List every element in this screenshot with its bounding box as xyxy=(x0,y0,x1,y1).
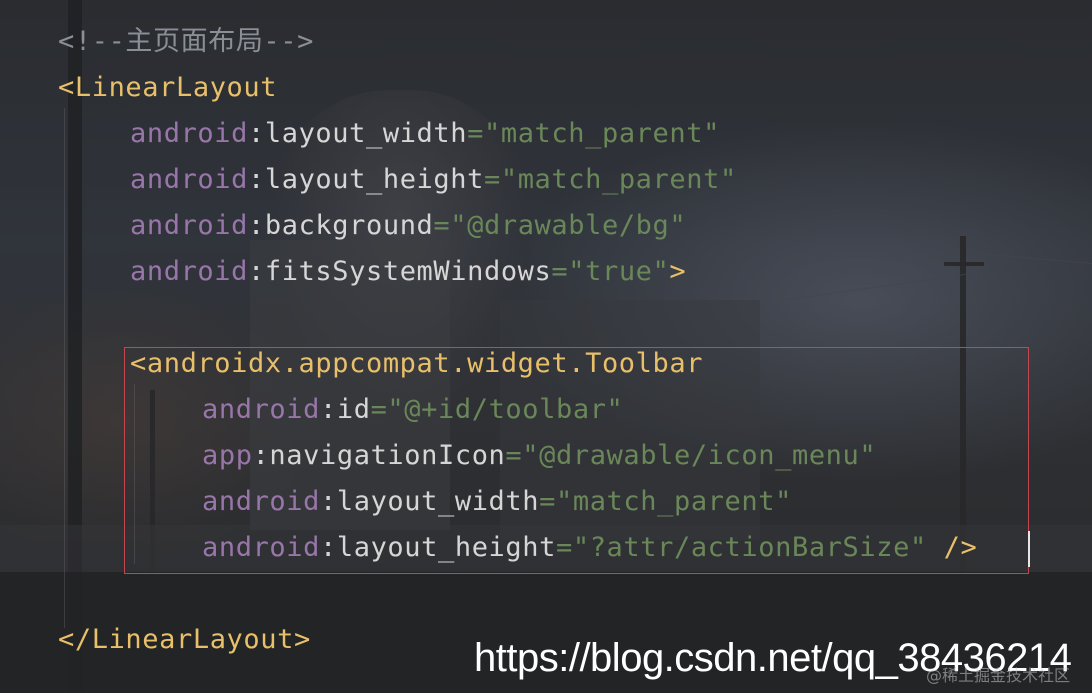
code-token-ns: android xyxy=(202,394,320,425)
code-token-attr: :layout_height xyxy=(320,532,556,563)
code-token-attr: :fitsSystemWindows xyxy=(248,256,552,287)
code-token-val: ="@drawable/bg" xyxy=(433,210,687,241)
code-token-attr: :background xyxy=(248,210,434,241)
code-line[interactable]: <androidx.appcompat.widget.Toolbar xyxy=(130,344,703,384)
code-token-attr: :layout_height xyxy=(248,164,484,195)
code-token-val: ="?attr/actionBarSize" xyxy=(555,532,927,563)
code-line[interactable]: android:fitsSystemWindows="true"> xyxy=(130,252,686,292)
code-token-attr: :navigationIcon xyxy=(252,440,506,471)
code-token-ns: android xyxy=(130,164,248,195)
code-token-ns: android xyxy=(130,118,248,149)
code-token-val: ="match_parent" xyxy=(483,164,737,195)
code-line[interactable]: android:layout_height="match_parent" xyxy=(130,160,737,200)
code-token-val: ="match_parent" xyxy=(539,486,792,517)
code-token-ns: android xyxy=(130,210,248,241)
code-line[interactable]: android:layout_height="?attr/actionBarSi… xyxy=(202,528,977,568)
code-token-tag: > xyxy=(669,256,687,287)
code-line[interactable]: <!--主页面布局--> xyxy=(58,22,314,62)
code-token-attr: :layout_width xyxy=(320,486,540,517)
code-token-val: ="match_parent" xyxy=(467,118,720,149)
code-token-tag: <androidx.appcompat.widget.Toolbar xyxy=(130,348,704,379)
code-token-ns: android xyxy=(202,486,320,517)
text-cursor xyxy=(1028,531,1030,567)
code-editor[interactable]: <!--主页面布局--> <LinearLayout android:layout_… xyxy=(0,0,1092,693)
code-token-tag: <LinearLayout xyxy=(58,72,278,103)
code-token-ns: android xyxy=(130,256,248,287)
code-line[interactable]: android:layout_width="match_parent" xyxy=(202,482,792,522)
code-token-val: ="@drawable/icon_menu" xyxy=(505,440,877,471)
code-token-ns: android xyxy=(202,532,320,563)
code-token-attr: :id xyxy=(320,394,371,425)
code-token-tag: /> xyxy=(926,532,978,563)
watermark-community: @稀土掘金技术社区 xyxy=(926,666,1071,685)
code-token-comment: <!--主页面布局--> xyxy=(58,26,314,57)
code-line[interactable]: android:layout_width="match_parent" xyxy=(130,114,720,154)
code-token-ns: app xyxy=(202,440,253,471)
code-token-val: ="@+id/toolbar" xyxy=(370,394,624,425)
code-line[interactable]: app:navigationIcon="@drawable/icon_menu" xyxy=(202,436,876,476)
code-line[interactable]: <LinearLayout xyxy=(58,68,277,108)
code-token-val: ="true" xyxy=(551,256,670,287)
code-line[interactable]: android:background="@drawable/bg" xyxy=(130,206,686,246)
code-line[interactable]: android:id="@+id/toolbar" xyxy=(202,390,623,430)
code-token-attr: :layout_width xyxy=(248,118,468,149)
code-line[interactable]: </LinearLayout> xyxy=(58,620,311,660)
code-token-tag: </LinearLayout> xyxy=(58,624,311,655)
